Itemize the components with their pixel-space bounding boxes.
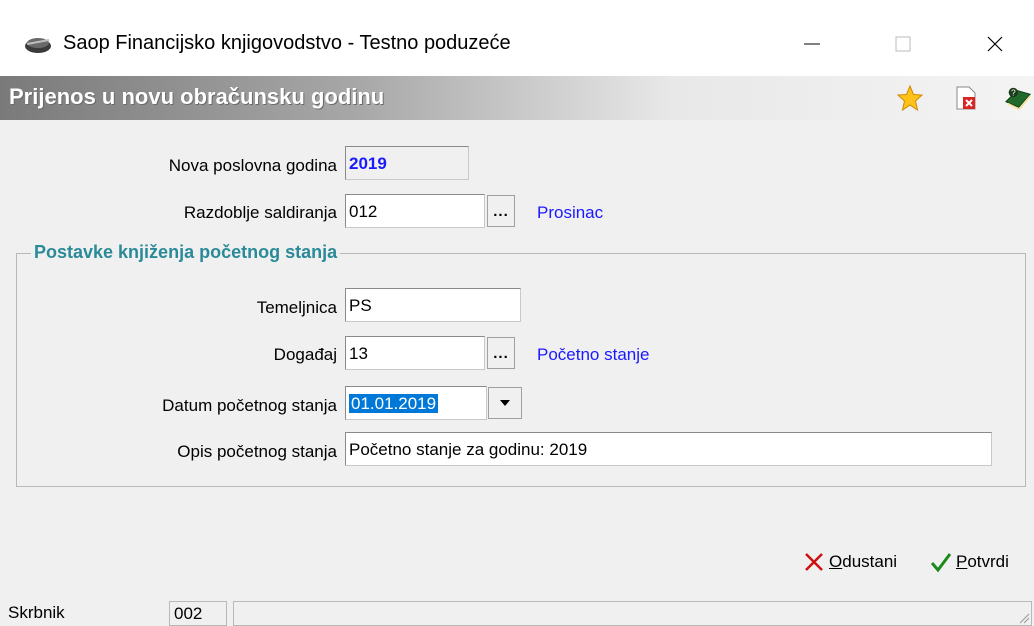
help-button[interactable]: ? bbox=[1004, 84, 1032, 112]
confirm-button-label: Potvrdi bbox=[956, 552, 1009, 571]
cancel-button-label: Odustani bbox=[829, 552, 898, 571]
event-label: Događaj bbox=[273, 345, 337, 364]
resize-grip-icon[interactable] bbox=[1016, 610, 1030, 624]
opening-description-input[interactable]: Početno stanje za godinu: 2019 bbox=[345, 432, 992, 466]
event-lookup-button[interactable]: ... bbox=[487, 337, 515, 369]
document-delete-icon bbox=[956, 86, 976, 110]
window-titlebar: Saop Financijsko knjigovodstvo - Testno … bbox=[0, 0, 1034, 76]
new-business-year-field: 2019 bbox=[345, 146, 469, 180]
balancing-period-lookup-button[interactable]: ... bbox=[487, 195, 515, 227]
event-description: Početno stanje bbox=[537, 345, 650, 364]
form-title: Prijenos u novu obračunsku godinu bbox=[9, 84, 385, 109]
maximize-button[interactable] bbox=[880, 24, 926, 64]
chevron-down-icon bbox=[500, 400, 510, 406]
cancel-x-icon bbox=[805, 553, 823, 571]
journal-label: Temeljnica bbox=[256, 298, 337, 317]
opening-balance-group-title: Postavke knjiženja početnog stanja bbox=[31, 242, 341, 263]
favorite-button[interactable] bbox=[896, 84, 924, 112]
window-title: Saop Financijsko knjigovodstvo - Testno … bbox=[63, 32, 511, 54]
cancel-button[interactable]: Odustani bbox=[803, 551, 897, 573]
maximize-icon bbox=[895, 36, 911, 52]
status-code: 002 bbox=[169, 601, 227, 626]
confirm-button[interactable]: Potvrdi bbox=[930, 551, 1009, 573]
form-header: Prijenos u novu obračunsku godinu bbox=[0, 76, 1034, 120]
new-business-year-label: Nova poslovna godina bbox=[168, 156, 337, 175]
status-message bbox=[233, 601, 1032, 626]
close-button[interactable] bbox=[972, 24, 1018, 64]
opening-date-value: 01.01.2019 bbox=[349, 394, 439, 413]
balancing-period-label: Razdoblje saldiranja bbox=[183, 203, 337, 222]
delete-document-button[interactable] bbox=[952, 84, 980, 112]
app-logo-icon bbox=[23, 34, 53, 56]
opening-date-label: Datum početnog stanja bbox=[162, 396, 337, 415]
close-icon bbox=[987, 36, 1003, 52]
help-book-icon: ? bbox=[1005, 88, 1031, 111]
minimize-button[interactable] bbox=[789, 24, 835, 64]
star-icon bbox=[896, 84, 924, 112]
svg-text:?: ? bbox=[1011, 88, 1016, 98]
minimize-icon bbox=[804, 43, 820, 45]
balancing-period-description: Prosinac bbox=[537, 203, 604, 222]
opening-date-input[interactable]: 01.01.2019 bbox=[345, 386, 487, 420]
status-user: Skrbnik bbox=[8, 603, 65, 622]
checkmark-icon bbox=[930, 553, 952, 573]
event-input[interactable]: 13 bbox=[345, 336, 485, 370]
journal-input[interactable]: PS bbox=[345, 288, 521, 322]
balancing-period-input[interactable]: 012 bbox=[345, 194, 485, 228]
opening-description-label: Opis početnog stanja bbox=[177, 442, 337, 461]
opening-date-dropdown-button[interactable] bbox=[488, 387, 522, 419]
